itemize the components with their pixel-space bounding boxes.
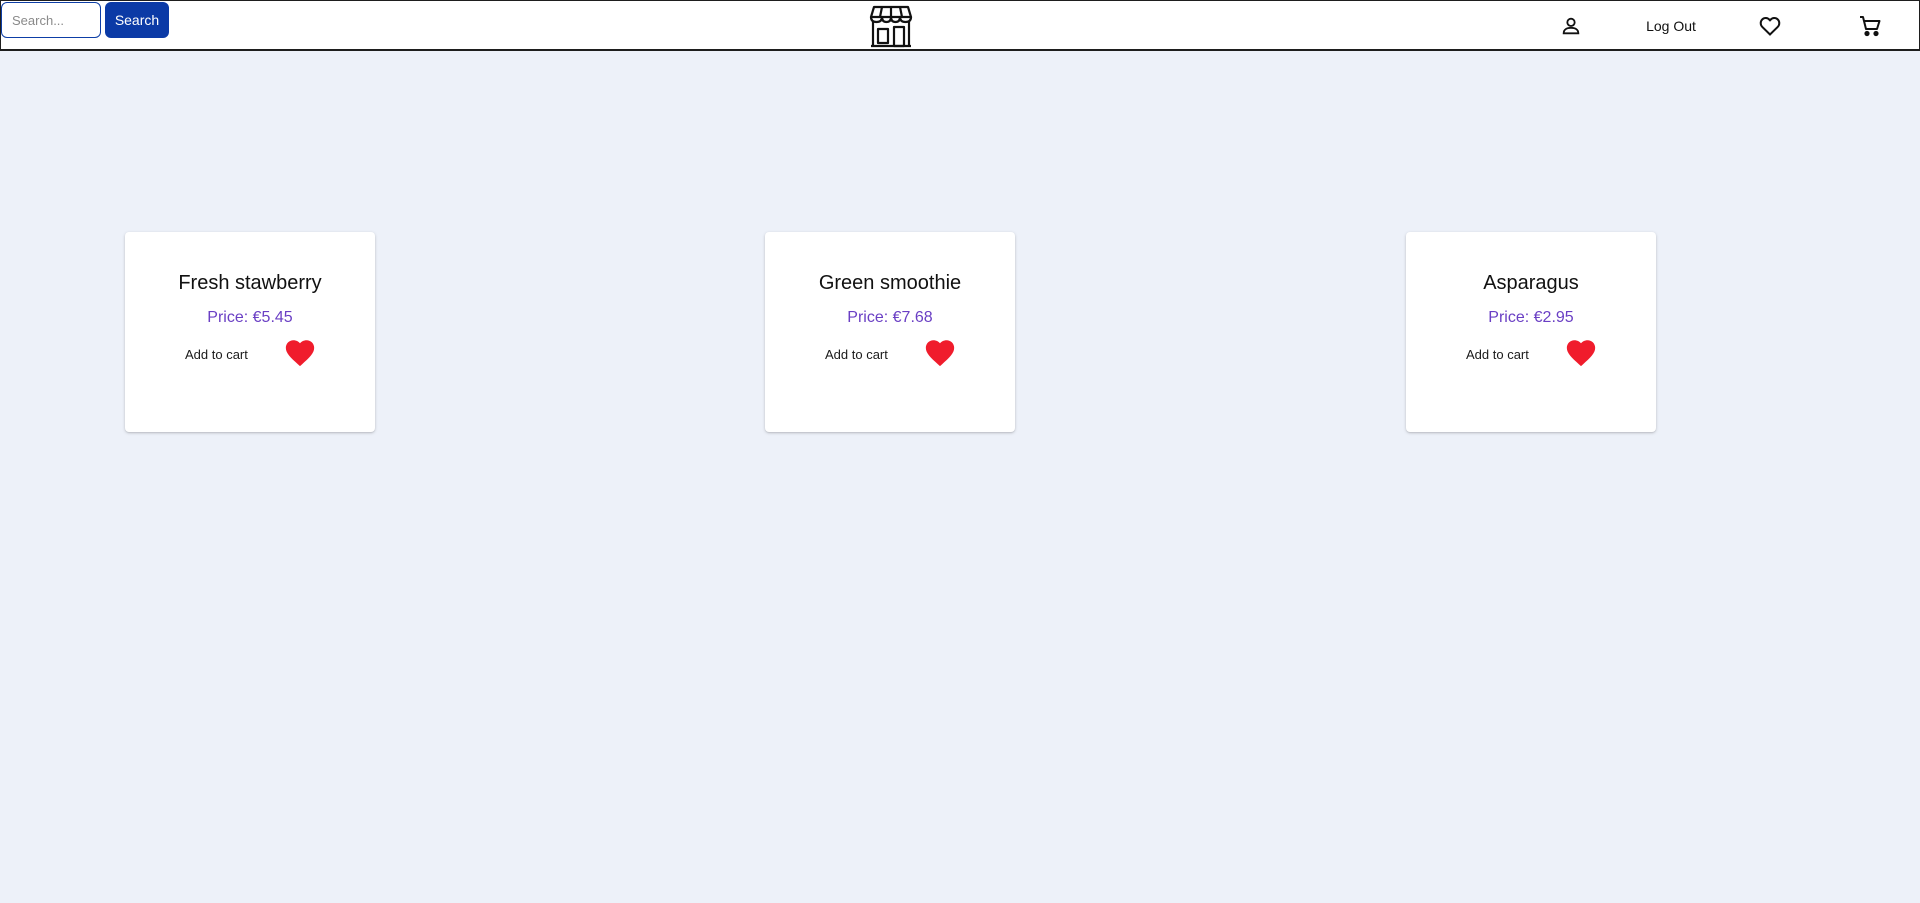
cart-icon[interactable] [1855, 11, 1885, 41]
product-name: Green smoothie [818, 272, 962, 294]
product-card: Asparagus Price: €2.95 Add to cart [1406, 232, 1656, 432]
product-card: Fresh stawberry Price: €5.45 Add to cart [125, 232, 375, 432]
product-price: Price: €7.68 [847, 309, 933, 326]
search-button[interactable]: Search [105, 2, 169, 38]
product-price: Price: €5.45 [207, 309, 293, 326]
add-to-cart-button[interactable]: Add to cart [825, 347, 905, 362]
product-card: Green smoothie Price: €7.68 Add to cart [765, 232, 1015, 432]
product-price: Price: €2.95 [1488, 309, 1574, 326]
storefront-icon[interactable] [868, 5, 914, 48]
heart-icon[interactable] [1564, 336, 1598, 370]
add-to-cart-button[interactable]: Add to cart [1466, 347, 1546, 362]
heart-icon[interactable] [283, 336, 317, 370]
heart-outline-icon[interactable] [1755, 11, 1785, 41]
product-name: Asparagus [1483, 272, 1579, 294]
add-to-cart-button[interactable]: Add to cart [185, 347, 265, 362]
search-input[interactable] [1, 2, 101, 38]
logout-link[interactable]: Log Out [1641, 18, 1701, 34]
heart-icon[interactable] [923, 336, 957, 370]
user-icon[interactable] [1556, 11, 1586, 41]
product-name: Fresh stawberry [178, 272, 322, 294]
top-navbar: Search Log Out [0, 0, 1920, 51]
